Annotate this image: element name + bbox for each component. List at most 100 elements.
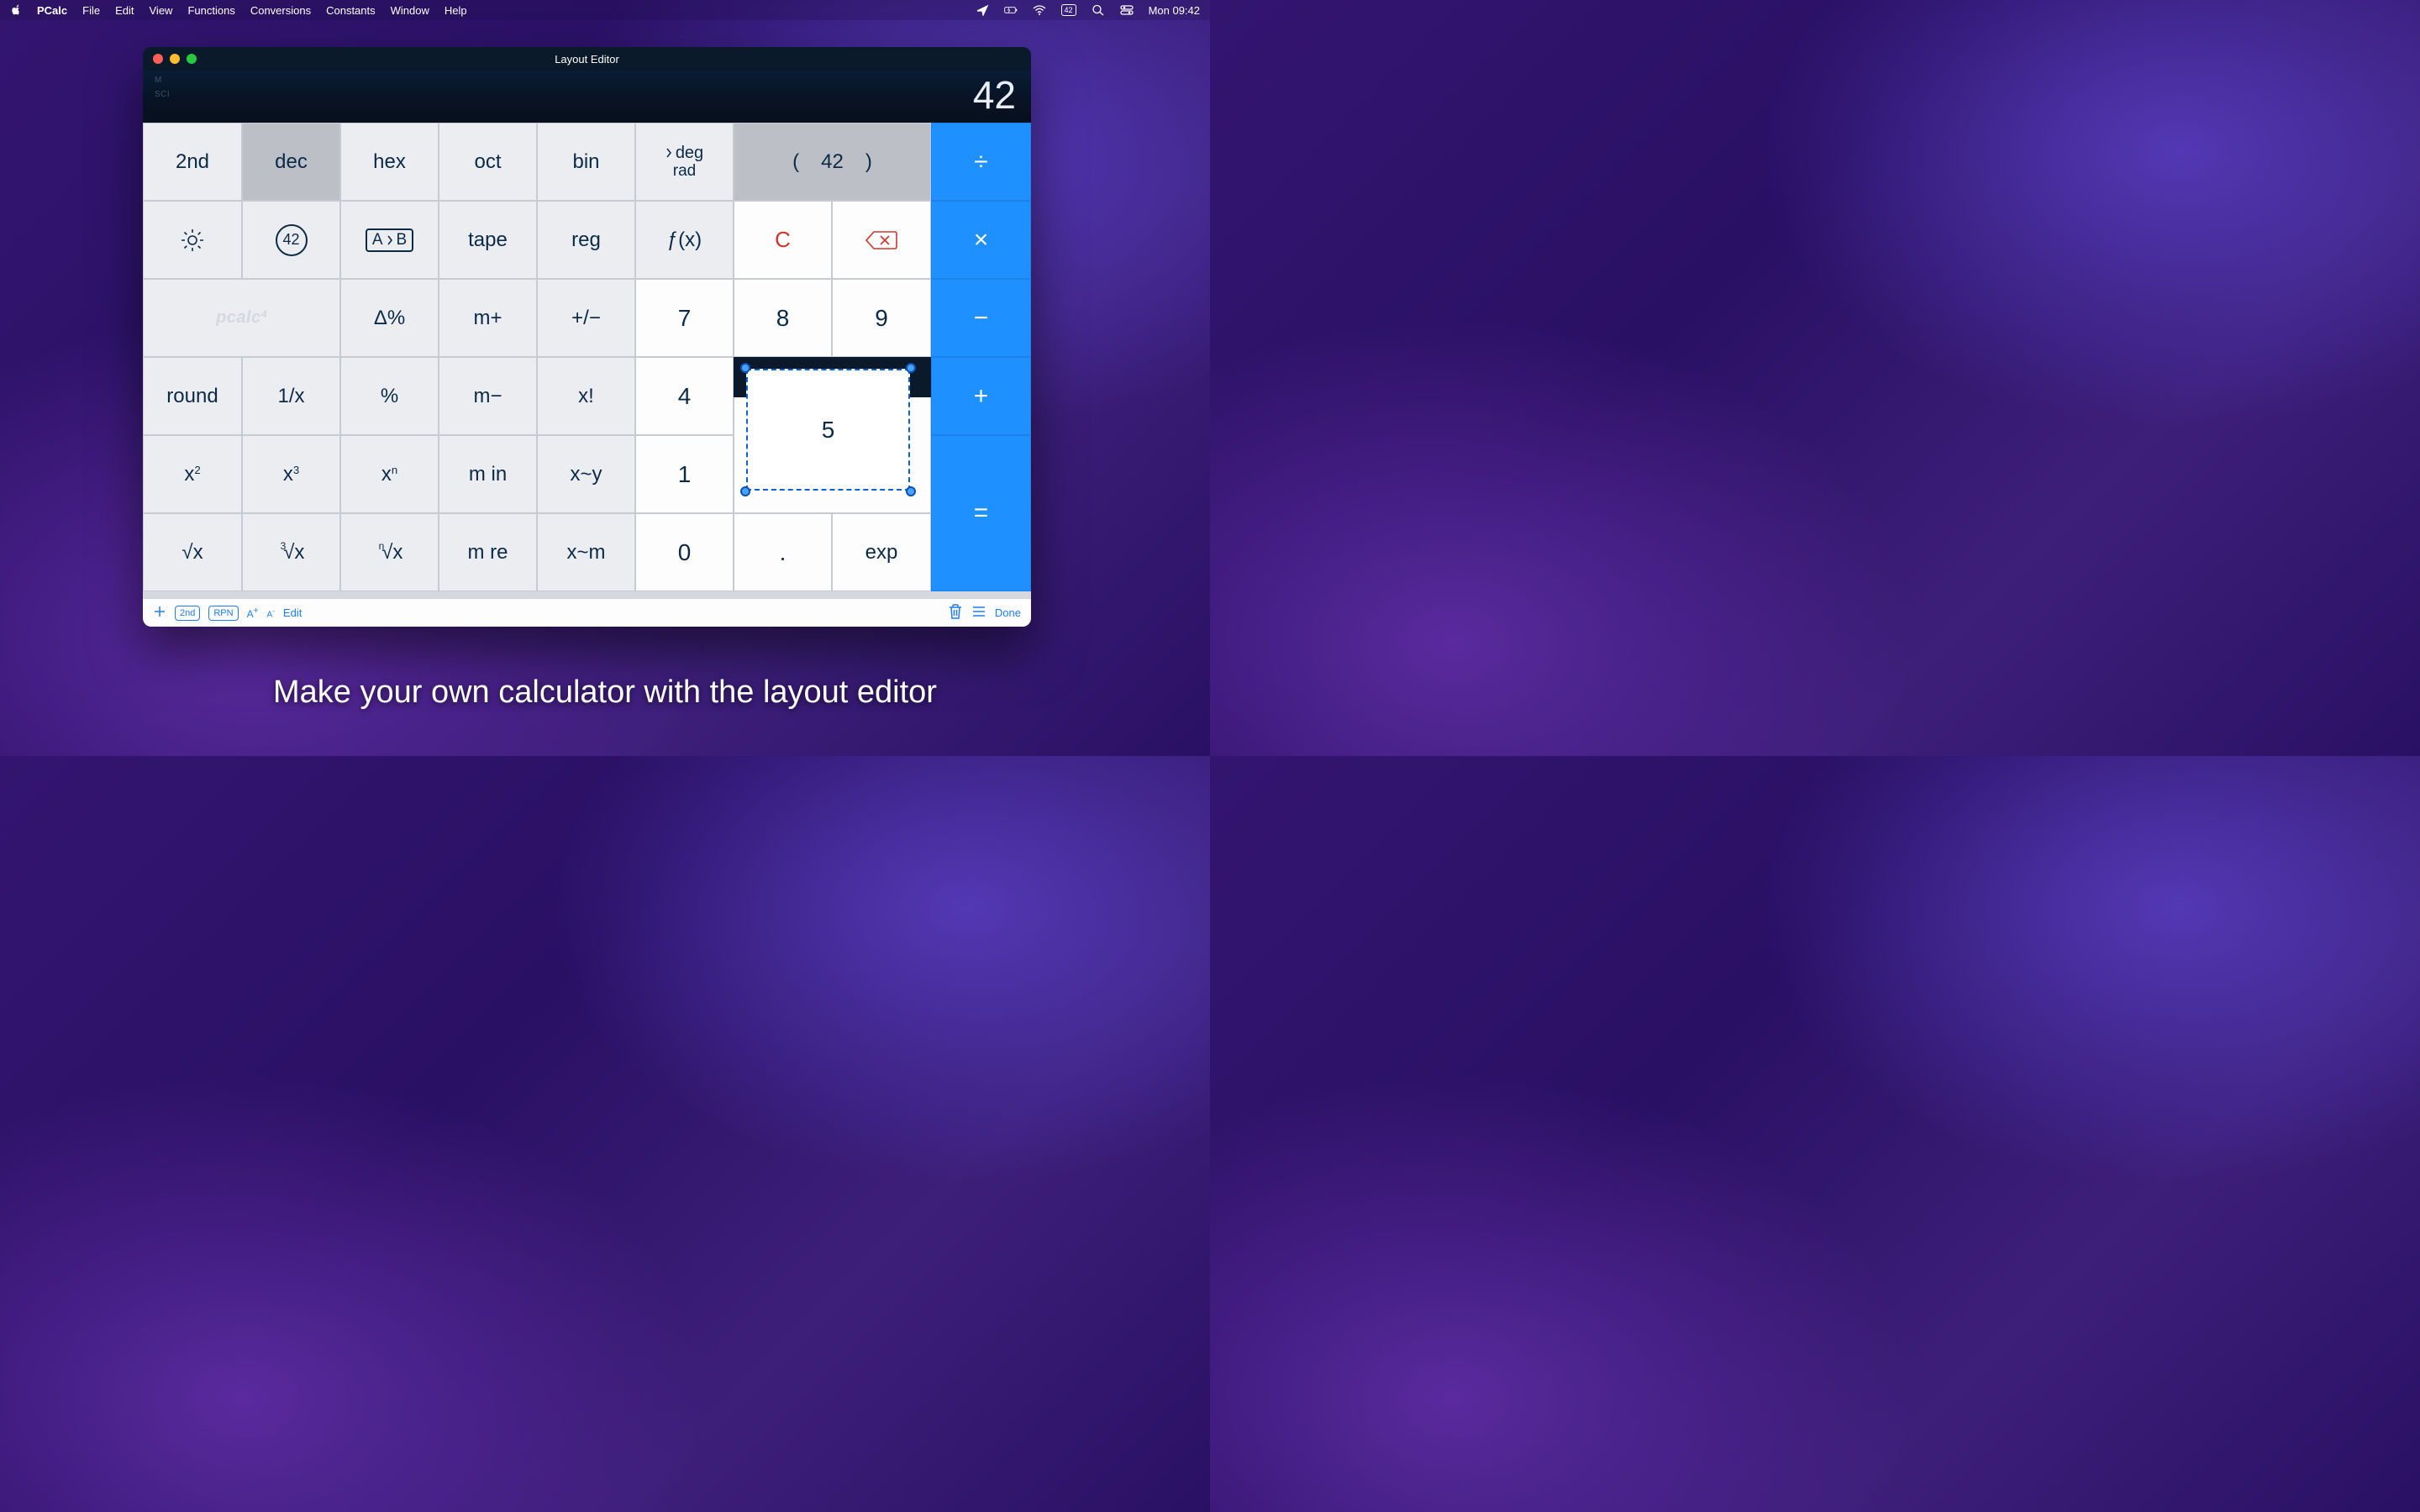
- key-pcalc-brand[interactable]: pcalc4: [143, 279, 340, 357]
- key-digit-7[interactable]: 7: [635, 279, 734, 357]
- editor-toolbar: 2nd RPN A+ A- Edit Done: [143, 598, 1031, 627]
- key-equals[interactable]: =: [931, 435, 1031, 591]
- menu-file[interactable]: File: [82, 4, 100, 17]
- key-x-power-n[interactable]: xn: [340, 435, 439, 513]
- key-x-cubed[interactable]: x3: [242, 435, 340, 513]
- key-bin[interactable]: bin: [537, 123, 635, 201]
- trash-icon: [948, 603, 963, 620]
- key-percent[interactable]: %: [340, 357, 439, 435]
- key-digit-0[interactable]: 0: [635, 513, 734, 591]
- window-titlebar[interactable]: Layout Editor: [143, 47, 1031, 71]
- key-memory-in[interactable]: m in: [439, 435, 537, 513]
- key-memory-recall[interactable]: m re: [439, 513, 537, 591]
- key-multiply[interactable]: ×: [931, 201, 1031, 279]
- toolbar-font-smaller[interactable]: A-: [266, 606, 274, 619]
- key-cbrt[interactable]: 3√x: [242, 513, 340, 591]
- traffic-light-minimize[interactable]: [170, 54, 180, 64]
- key-settings[interactable]: [143, 201, 242, 279]
- key-exp[interactable]: exp: [832, 513, 931, 591]
- traffic-light-zoom[interactable]: [187, 54, 197, 64]
- key-tape[interactable]: tape: [439, 201, 537, 279]
- paren-value: 42: [821, 150, 844, 174]
- key-grid: ÷ × − + = 2nd dec hex oct bin deg rad ( …: [143, 123, 1031, 598]
- toolbar-rpn-toggle[interactable]: RPN: [208, 606, 238, 621]
- macos-menubar: PCalc File Edit View Functions Conversio…: [0, 0, 1210, 20]
- key-reciprocal[interactable]: 1/x: [242, 357, 340, 435]
- key-swap-xy[interactable]: x~y: [537, 435, 635, 513]
- spotlight-icon[interactable]: [1092, 4, 1105, 16]
- key-hex[interactable]: hex: [340, 123, 439, 201]
- menu-conversions[interactable]: Conversions: [250, 4, 311, 17]
- key-convert[interactable]: A B: [340, 201, 439, 279]
- menu-clock[interactable]: Mon 09:42: [1149, 4, 1200, 17]
- toolbar-done-button[interactable]: Done: [995, 606, 1021, 619]
- calculator-display: M SCI 42: [143, 71, 1031, 123]
- toolbar-font-larger[interactable]: A+: [247, 606, 259, 620]
- key-plus-minus[interactable]: +/−: [537, 279, 635, 357]
- toolbar-list-button[interactable]: [971, 605, 986, 621]
- display-sci-flag: SCI: [155, 90, 170, 99]
- key-parens[interactable]: ( 42 ): [734, 123, 931, 201]
- key-nth-root[interactable]: n√x: [340, 513, 439, 591]
- key-backspace[interactable]: [832, 201, 931, 279]
- key-deg-label: deg: [676, 144, 703, 161]
- menu-edit[interactable]: Edit: [115, 4, 134, 17]
- gear-icon: [179, 227, 206, 254]
- key-divide[interactable]: ÷: [931, 123, 1031, 201]
- key-2nd[interactable]: 2nd: [143, 123, 242, 201]
- toolbar-edit-button[interactable]: Edit: [283, 606, 302, 619]
- apple-icon[interactable]: [10, 4, 22, 16]
- key-digit-9[interactable]: 9: [832, 279, 931, 357]
- circle-42-label: 42: [276, 224, 308, 256]
- key-clear[interactable]: C: [734, 201, 832, 279]
- selected-key-overlay[interactable]: 5: [746, 369, 910, 491]
- key-memory-plus[interactable]: m+: [439, 279, 537, 357]
- display-memory-flag: M: [155, 76, 170, 85]
- chevron-right-icon: [666, 148, 672, 158]
- key-sqrt[interactable]: √x: [143, 513, 242, 591]
- key-round[interactable]: round: [143, 357, 242, 435]
- paren-right-label: ): [865, 150, 872, 174]
- wifi-icon[interactable]: [1033, 4, 1046, 16]
- control-center-icon[interactable]: [1120, 4, 1134, 16]
- page-caption: Make your own calculator with the layout…: [0, 675, 1210, 711]
- key-reg[interactable]: reg: [537, 201, 635, 279]
- menu-view[interactable]: View: [150, 4, 173, 17]
- key-deg-rad[interactable]: deg rad: [635, 123, 734, 201]
- key-fx[interactable]: ƒ(x): [635, 201, 734, 279]
- menu-app-name[interactable]: PCalc: [37, 4, 67, 17]
- key-oct[interactable]: oct: [439, 123, 537, 201]
- list-icon: [971, 605, 986, 618]
- key-x-squared[interactable]: x2: [143, 435, 242, 513]
- key-add[interactable]: +: [931, 357, 1031, 435]
- key-memory-minus[interactable]: m−: [439, 357, 537, 435]
- menu-constants[interactable]: Constants: [326, 4, 376, 17]
- key-digit-4[interactable]: 4: [635, 357, 734, 435]
- key-dec[interactable]: dec: [242, 123, 340, 201]
- toolbar-add-button[interactable]: [153, 605, 166, 621]
- layout-editor-window: Layout Editor M SCI 42 ÷ × − + = 2nd dec…: [143, 47, 1031, 627]
- key-delta-percent[interactable]: Δ%: [340, 279, 439, 357]
- battery-icon[interactable]: [1004, 4, 1018, 16]
- menu-help[interactable]: Help: [445, 4, 467, 17]
- toolbar-trash-button[interactable]: [948, 603, 963, 622]
- key-swap-xm[interactable]: x~m: [537, 513, 635, 591]
- menu-functions[interactable]: Functions: [187, 4, 234, 17]
- key-rad-label: rad: [673, 163, 696, 179]
- key-circle-42[interactable]: 42: [242, 201, 340, 279]
- traffic-light-close[interactable]: [153, 54, 163, 64]
- selected-key-5[interactable]: 5: [746, 369, 910, 491]
- key-decimal-point[interactable]: .: [734, 513, 832, 591]
- menu-42-badge[interactable]: 42: [1061, 4, 1076, 16]
- menu-window[interactable]: Window: [391, 4, 429, 17]
- key-subtract[interactable]: −: [931, 279, 1031, 357]
- key-factorial[interactable]: x!: [537, 357, 635, 435]
- display-value: 42: [973, 76, 1016, 114]
- key-digit-8[interactable]: 8: [734, 279, 832, 357]
- location-icon[interactable]: [976, 4, 989, 16]
- toolbar-2nd-toggle[interactable]: 2nd: [175, 606, 200, 621]
- paren-left-label: (: [792, 150, 799, 174]
- key-digit-1[interactable]: 1: [635, 435, 734, 513]
- window-title: Layout Editor: [143, 53, 1031, 66]
- convert-ab-icon: A B: [366, 228, 413, 252]
